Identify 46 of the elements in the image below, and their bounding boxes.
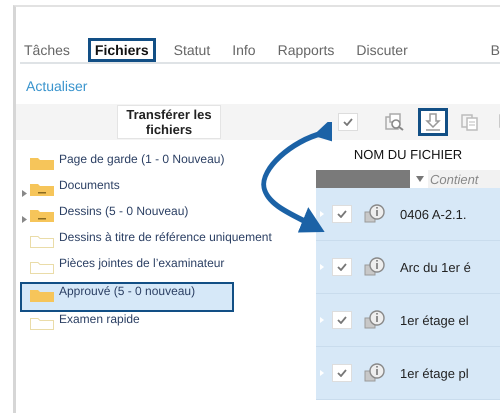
upload-button[interactable]: Transférer les fichiers bbox=[117, 105, 221, 139]
folder-icon bbox=[30, 156, 54, 170]
checkmark-icon bbox=[337, 316, 347, 324]
tab[interactable]: Fichiers bbox=[88, 38, 156, 62]
folder-item[interactable]: Page de garde (1 - 0 Nouveau) bbox=[22, 152, 316, 178]
row-checkbox[interactable] bbox=[332, 364, 352, 382]
row-checkbox[interactable] bbox=[332, 205, 352, 223]
file-info-icon[interactable] bbox=[364, 310, 386, 330]
folder-icon bbox=[30, 316, 54, 330]
folder-icon bbox=[30, 288, 54, 302]
tab[interactable]: Info bbox=[228, 40, 260, 60]
checkmark-icon bbox=[337, 369, 347, 377]
folder-item[interactable]: Examen rapide bbox=[22, 312, 316, 338]
folder-item[interactable]: Dessins à titre de référence uniquement bbox=[22, 230, 316, 256]
checkmark-icon bbox=[337, 210, 347, 218]
expand-arrow-icon[interactable] bbox=[22, 216, 27, 223]
tab[interactable]: Statut bbox=[170, 40, 214, 60]
folder-icon bbox=[30, 260, 54, 274]
filter-field[interactable]: Contient bbox=[428, 170, 500, 188]
folder-icon bbox=[30, 234, 54, 248]
file-name: 1er étage el bbox=[400, 312, 469, 328]
file-info-icon[interactable] bbox=[364, 363, 386, 383]
filter-icon[interactable] bbox=[416, 176, 424, 182]
select-all-checkbox[interactable] bbox=[338, 113, 358, 131]
file-info-icon[interactable] bbox=[364, 257, 386, 277]
checkmark-icon bbox=[337, 263, 347, 271]
expand-arrow-icon[interactable] bbox=[22, 190, 27, 197]
file-name: 1er étage pl bbox=[400, 366, 469, 380]
download-icon[interactable] bbox=[418, 108, 448, 136]
checkmark-icon bbox=[343, 118, 353, 126]
tab[interactable]: Rapports bbox=[274, 40, 338, 60]
folder-icon bbox=[30, 182, 54, 196]
tab[interactable]: Tâches bbox=[20, 40, 74, 60]
folder-item[interactable]: Documents bbox=[22, 178, 316, 204]
tab[interactable]: B bbox=[486, 40, 500, 60]
file-name: Arc du 1er é bbox=[400, 260, 471, 274]
folder-icon bbox=[30, 208, 54, 222]
tab[interactable]: Discuter bbox=[352, 40, 412, 60]
row-checkbox[interactable] bbox=[332, 258, 352, 276]
folder-item[interactable]: Dessins (5 - 0 Nouveau) bbox=[22, 204, 316, 230]
file-info-icon[interactable] bbox=[364, 204, 386, 224]
row-checkbox[interactable] bbox=[332, 311, 352, 329]
folder-item[interactable]: Approuvé (5 - 0 nouveau) bbox=[20, 282, 234, 312]
column-header[interactable]: NOM DU FICHIER bbox=[316, 140, 500, 170]
folder-item[interactable]: Pièces jointes de l’examinateur bbox=[22, 256, 316, 282]
file-name: 0406 A-2.1. bbox=[400, 206, 466, 222]
